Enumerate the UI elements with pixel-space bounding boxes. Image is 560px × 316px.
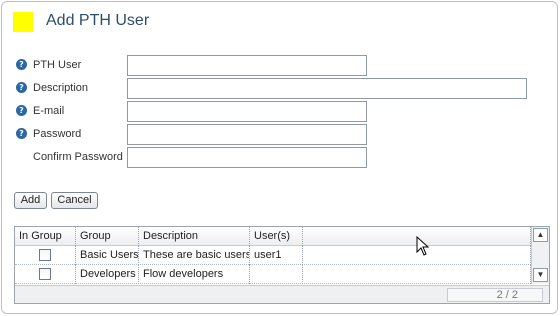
description-input[interactable] <box>127 78 527 99</box>
column-header-group[interactable]: Group <box>76 227 139 246</box>
filler-cell <box>303 265 531 284</box>
group-cell: Developers <box>76 265 139 284</box>
pth-user-label: PTH User <box>33 59 82 71</box>
pager-indicator: 2 / 2 <box>447 288 543 302</box>
group-cell: Basic Users <box>76 246 139 265</box>
form-row-confirm-password: Confirm Password <box>16 147 536 168</box>
column-header-in-group[interactable]: In Group <box>15 227 76 246</box>
password-label: Password <box>33 128 82 140</box>
in-group-checkbox[interactable] <box>39 249 51 261</box>
in-group-cell <box>15 246 76 265</box>
help-icon[interactable]: ? <box>16 82 27 93</box>
users-cell: user1 <box>250 246 303 265</box>
confirm-password-input[interactable] <box>127 147 367 168</box>
help-icon[interactable]: ? <box>16 105 27 116</box>
email-label: E-mail <box>33 105 65 117</box>
add-pth-user-panel: Add PTH User ? PTH User ? Description ? … <box>1 1 558 314</box>
page-title: Add PTH User <box>46 12 150 29</box>
table-row[interactable]: Developers Flow developers <box>15 265 531 284</box>
form-row-description: ? Description <box>16 78 536 99</box>
description-cell: These are basic users <box>139 246 250 265</box>
email-input[interactable] <box>127 101 367 122</box>
table-row[interactable]: Basic Users These are basic users user1 <box>15 246 531 265</box>
description-cell: Flow developers <box>139 265 250 284</box>
groups-grid: In Group Group Description User(s) Basic… <box>14 226 550 304</box>
in-group-checkbox[interactable] <box>39 268 51 280</box>
yellow-square-icon <box>13 12 33 32</box>
grid-header: In Group Group Description User(s) <box>15 227 531 246</box>
column-header-description[interactable]: Description <box>139 227 250 246</box>
help-icon[interactable]: ? <box>16 59 27 70</box>
confirm-password-label: Confirm Password <box>33 151 123 163</box>
column-header-users[interactable]: User(s) <box>250 227 303 246</box>
vertical-scrollbar[interactable]: ▲ ▼ <box>531 227 549 284</box>
password-input[interactable] <box>127 124 367 145</box>
grid-footer: 2 / 2 <box>15 285 549 303</box>
form-row-email: ? E-mail <box>16 101 536 122</box>
pth-user-input[interactable] <box>127 55 367 76</box>
description-label: Description <box>33 82 89 94</box>
mouse-cursor-icon <box>416 236 430 256</box>
form-row-pth-user: ? PTH User <box>16 55 536 76</box>
cancel-button[interactable]: Cancel <box>51 192 98 209</box>
form-row-password: ? Password <box>16 124 536 145</box>
in-group-cell <box>15 265 76 284</box>
scroll-down-icon[interactable]: ▼ <box>533 268 548 282</box>
add-button[interactable]: Add <box>14 192 47 209</box>
users-cell <box>250 265 303 284</box>
scroll-up-icon[interactable]: ▲ <box>533 228 548 242</box>
help-icon[interactable]: ? <box>16 128 27 139</box>
